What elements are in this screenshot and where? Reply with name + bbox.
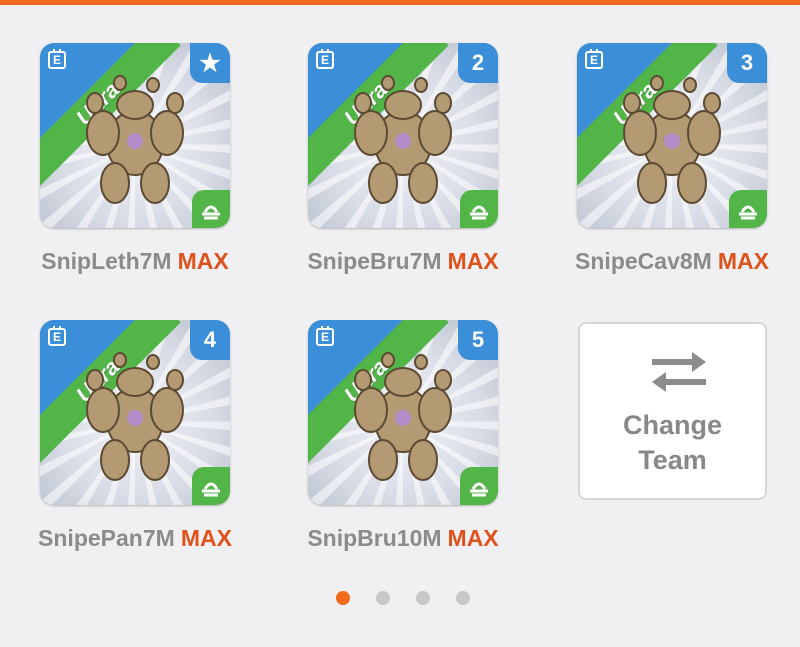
change-team-label-line1: Change [622,410,722,440]
change-team-label: Change Team [580,408,765,478]
change-team-label-line2: Team [638,445,707,475]
monster-card[interactable]: Ultra E 3 [577,43,767,228]
slot-number-badge: 5 [458,320,498,360]
top-accent-bar [0,0,800,5]
monster-name: SnipBru10M [307,525,442,551]
page-dot-3[interactable] [416,591,430,605]
earth-element-icon [202,482,220,497]
page-dot-1[interactable] [336,591,350,605]
energy-icon: E [48,326,66,346]
star-icon: ★ [190,43,230,83]
max-label: MAX [177,248,229,274]
earth-element-icon [470,205,488,220]
monster-name-line: SnipLeth7M MAX [25,248,245,275]
monster-name-line: SnipeCav8M MAX [562,248,782,275]
monster-name: SnipLeth7M [41,248,172,274]
energy-icon: E [48,49,66,69]
monster-name-line: SnipeBru7M MAX [293,248,513,275]
slot-number-badge: 4 [190,320,230,360]
earth-element-icon [470,482,488,497]
change-team-button[interactable]: Change Team [578,322,767,500]
max-label: MAX [447,525,499,551]
slot-number-badge: 3 [727,43,767,83]
element-badge [192,467,230,505]
monster-card[interactable]: Ultra E 4 [40,320,230,505]
slot-number-badge: 2 [458,43,498,83]
swap-arrows-icon [652,352,706,392]
page-dot-2[interactable] [376,591,390,605]
monster-card[interactable]: Ultra E 2 [308,43,498,228]
monster-name: SnipePan7M [38,525,175,551]
rock-monster-icon [86,75,184,204]
max-label: MAX [180,525,232,551]
monster-card[interactable]: Ultra E ★ [40,43,230,228]
energy-icon: E [585,49,603,69]
element-badge [460,190,498,228]
element-badge [192,190,230,228]
energy-icon: E [316,49,334,69]
monster-card[interactable]: Ultra E 5 [308,320,498,505]
element-badge [460,467,498,505]
monster-name: SnipeBru7M [307,248,442,274]
monster-name: SnipeCav8M [575,248,712,274]
max-label: MAX [717,248,769,274]
rock-monster-icon [354,352,452,481]
rock-monster-icon [86,352,184,481]
energy-icon: E [316,326,334,346]
rock-monster-icon [354,75,452,204]
element-badge [729,190,767,228]
monster-name-line: SnipePan7M MAX [25,525,245,552]
earth-element-icon [739,205,757,220]
monster-name-line: SnipBru10M MAX [293,525,513,552]
max-label: MAX [447,248,499,274]
page-dot-4[interactable] [456,591,470,605]
rock-monster-icon [623,75,721,204]
earth-element-icon [202,205,220,220]
